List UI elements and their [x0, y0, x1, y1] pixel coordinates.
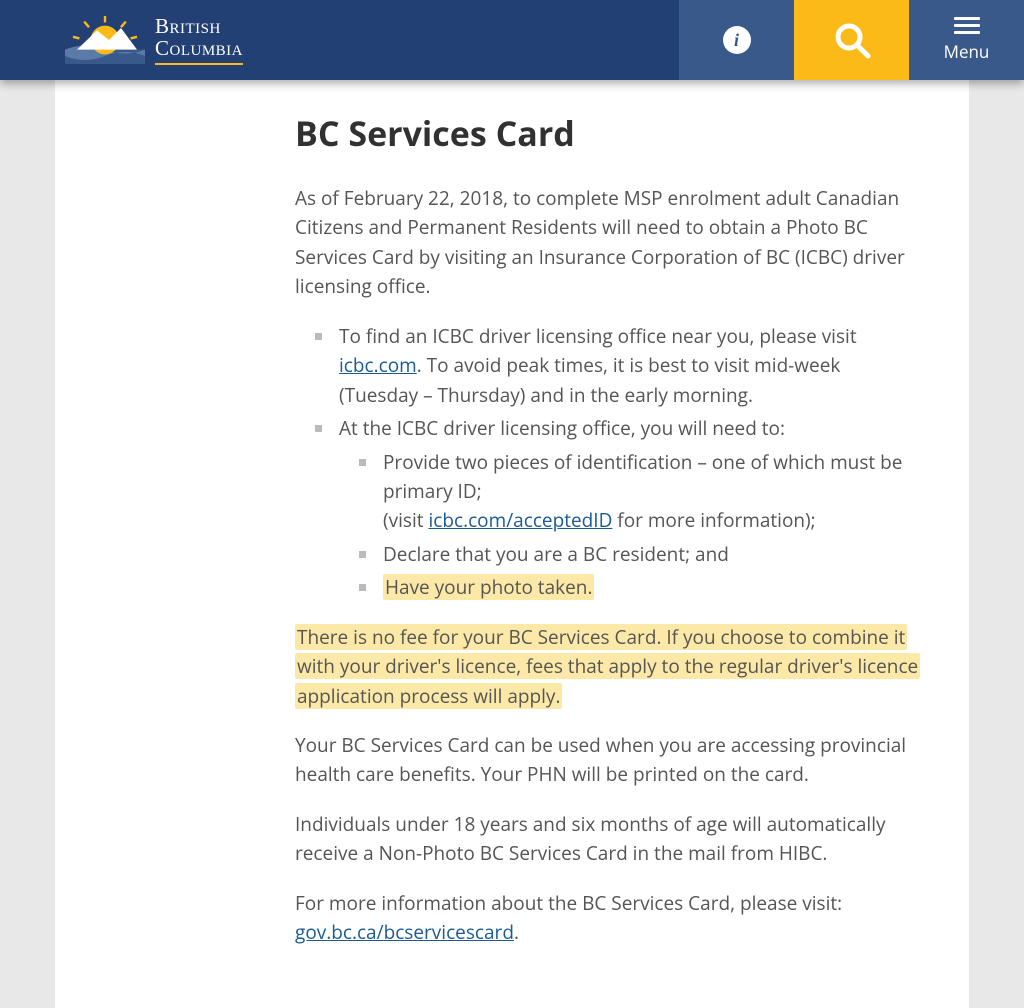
under18-paragraph: Individuals under 18 years and six month… [295, 810, 924, 869]
search-icon [832, 20, 872, 60]
list-item: Declare that you are a BC resident; and [359, 540, 924, 569]
sub-list: Provide two pieces of identification – o… [359, 448, 924, 603]
list-item: Provide two pieces of identification – o… [359, 448, 924, 536]
logo-area: British Columbia [0, 0, 679, 80]
menu-label: Menu [944, 40, 990, 63]
fee-paragraph: There is no fee for your BC Services Car… [295, 623, 924, 711]
more-info-paragraph: For more information about the BC Servic… [295, 889, 924, 948]
list-item: To find an ICBC driver licensing office … [315, 322, 924, 410]
menu-button[interactable]: Menu [909, 0, 1024, 80]
logo-text: British Columbia [155, 15, 243, 65]
hamburger-icon [954, 17, 980, 34]
bc-logo-icon [65, 16, 145, 64]
highlighted-text: Have your photo taken. [383, 574, 594, 600]
list-item: Have your photo taken. [359, 573, 924, 602]
icbc-link[interactable]: icbc.com [339, 352, 417, 378]
intro-paragraph: As of February 22, 2018, to complete MSP… [295, 184, 924, 302]
page-title: BC Services Card [295, 110, 924, 156]
main-content: BC Services Card As of February 22, 2018… [295, 110, 924, 948]
accepted-id-link[interactable]: icbc.com/acceptedID [428, 507, 612, 533]
site-logo[interactable]: British Columbia [65, 15, 243, 65]
search-button[interactable] [794, 0, 909, 80]
info-icon: i [723, 26, 751, 54]
highlighted-text: There is no fee for your BC Services Car… [295, 624, 920, 709]
page-container: BC Services Card As of February 22, 2018… [55, 80, 969, 1008]
info-button[interactable]: i [679, 0, 794, 80]
use-paragraph: Your BC Services Card can be used when y… [295, 731, 924, 790]
list-item: At the ICBC driver licensing office, you… [315, 414, 924, 603]
requirements-list: To find an ICBC driver licensing office … [315, 322, 924, 603]
site-header: British Columbia i Menu [0, 0, 1024, 80]
bcservicescard-link[interactable]: gov.bc.ca/bcservicescard [295, 919, 514, 945]
